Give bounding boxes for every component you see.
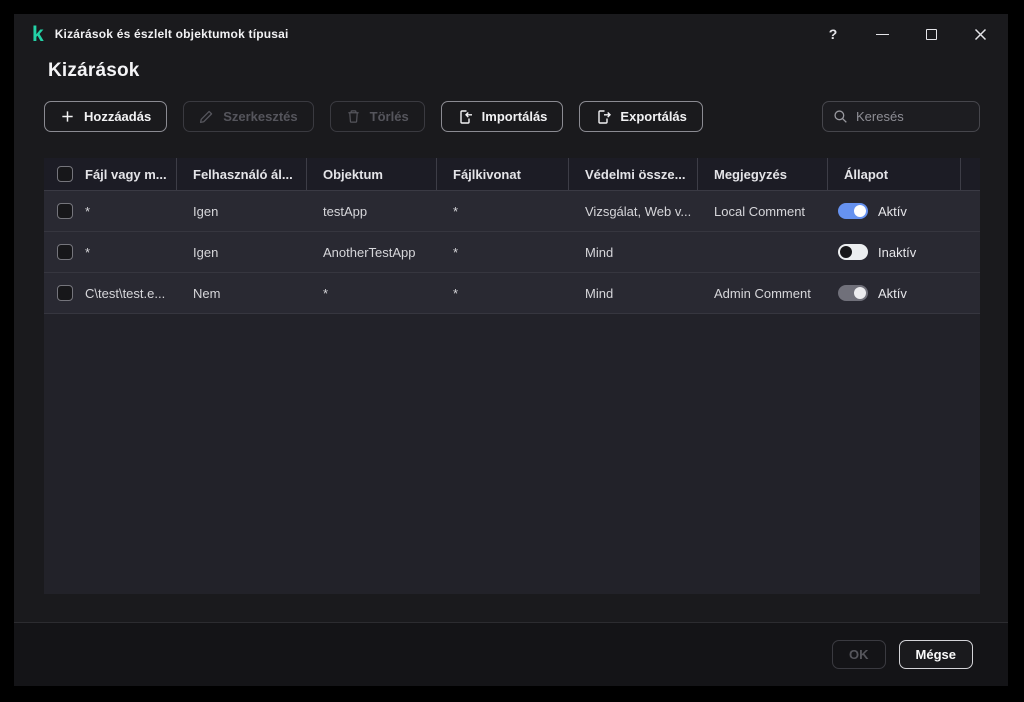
export-icon (595, 109, 611, 125)
app-window: k Kizárások és észlelt objektumok típusa… (14, 14, 1008, 686)
header-status: Állapot (828, 158, 961, 190)
cancel-button[interactable]: Mégse (899, 640, 973, 669)
page-title: Kizárások (48, 60, 140, 82)
kaspersky-logo-icon: k (32, 24, 44, 45)
row-checkbox[interactable] (57, 203, 73, 219)
maximize-button[interactable] (923, 26, 939, 42)
cell-file-hash: * (437, 245, 569, 260)
cell-object: AnotherTestApp (307, 245, 437, 260)
trash-icon (346, 109, 361, 124)
header-user: Felhasználó ál... (177, 158, 307, 190)
delete-button: Törlés (330, 101, 425, 132)
toggle-knob (854, 287, 866, 299)
header-comment: Megjegyzés (698, 158, 828, 190)
table-empty-area (44, 314, 980, 594)
header-file-hash: Fájlkivonat (437, 158, 569, 190)
edit-button: Szerkesztés (183, 101, 313, 132)
header-object: Objektum (307, 158, 437, 190)
minimize-icon (876, 34, 889, 35)
minimize-button[interactable] (874, 26, 890, 42)
pencil-icon (199, 109, 214, 124)
cell-object: testApp (307, 204, 437, 219)
search-input[interactable] (856, 109, 969, 124)
cell-user: Nem (177, 286, 307, 301)
row-checkbox[interactable] (57, 285, 73, 301)
toggle-knob (854, 205, 866, 217)
row-checkbox[interactable] (57, 244, 73, 260)
export-button-label: Exportálás (620, 109, 686, 124)
maximize-icon (926, 29, 937, 40)
window-controls: ? (825, 26, 988, 42)
select-all-checkbox[interactable] (57, 166, 73, 182)
toolbar: Hozzáadás Szerkesztés Törlés Importálás … (44, 101, 980, 132)
add-button-label: Hozzáadás (84, 109, 151, 124)
footer: OK Mégse (14, 622, 1008, 686)
titlebar: k Kizárások és észlelt objektumok típusa… (14, 14, 1008, 54)
cell-text: * (85, 245, 90, 260)
table-header-row: Fájl vagy m... Felhasználó ál... Objektu… (44, 158, 980, 191)
cell-comment: Admin Comment (698, 286, 828, 301)
help-button[interactable]: ? (825, 26, 841, 42)
cell-user: Igen (177, 204, 307, 219)
cell-protection-scope: Mind (569, 245, 698, 260)
cell-comment: Local Comment (698, 204, 828, 219)
search-box (822, 101, 980, 132)
exclusions-table: Fájl vagy m... Felhasználó ál... Objektu… (44, 158, 980, 594)
status-label: Inaktív (878, 245, 916, 260)
cell-file-hash: * (437, 286, 569, 301)
import-button[interactable]: Importálás (441, 101, 564, 132)
cell-text: C\test\test.e... (85, 286, 165, 301)
ok-button: OK (832, 640, 886, 669)
plus-icon (60, 109, 75, 124)
header-label: Fájl vagy m... (85, 167, 167, 182)
cell-status: Aktív (828, 285, 961, 301)
close-icon (974, 28, 987, 41)
cell-status: Aktív (828, 203, 961, 219)
header-protection-scope: Védelmi össze... (569, 158, 698, 190)
delete-button-label: Törlés (370, 109, 409, 124)
cell-protection-scope: Mind (569, 286, 698, 301)
cell-protection-scope: Vizsgálat, Web v... (569, 204, 698, 219)
status-label: Aktív (878, 204, 907, 219)
import-icon (457, 109, 473, 125)
close-button[interactable] (972, 26, 988, 42)
search-icon (833, 109, 848, 124)
status-toggle (838, 285, 868, 301)
cell-status: Inaktív (828, 244, 961, 260)
status-label: Aktív (878, 286, 907, 301)
window-title: Kizárások és észlelt objektumok típusai (55, 27, 289, 41)
cell-file-or-folder: * (44, 244, 177, 260)
cell-file-hash: * (437, 204, 569, 219)
cell-text: * (85, 204, 90, 219)
cell-object: * (307, 286, 437, 301)
header-spacer (961, 158, 980, 190)
header-file-or-folder: Fájl vagy m... (44, 158, 177, 190)
table-row[interactable]: * Igen AnotherTestApp * Mind Inaktív (44, 232, 980, 273)
cell-user: Igen (177, 245, 307, 260)
table-row[interactable]: C\test\test.e... Nem * * Mind Admin Comm… (44, 273, 980, 314)
edit-button-label: Szerkesztés (223, 109, 297, 124)
cell-file-or-folder: * (44, 203, 177, 219)
add-button[interactable]: Hozzáadás (44, 101, 167, 132)
status-toggle[interactable] (838, 244, 868, 260)
table-row[interactable]: * Igen testApp * Vizsgálat, Web v... Loc… (44, 191, 980, 232)
status-toggle[interactable] (838, 203, 868, 219)
export-button[interactable]: Exportálás (579, 101, 702, 132)
import-button-label: Importálás (482, 109, 548, 124)
toggle-knob (840, 246, 852, 258)
cell-file-or-folder: C\test\test.e... (44, 285, 177, 301)
